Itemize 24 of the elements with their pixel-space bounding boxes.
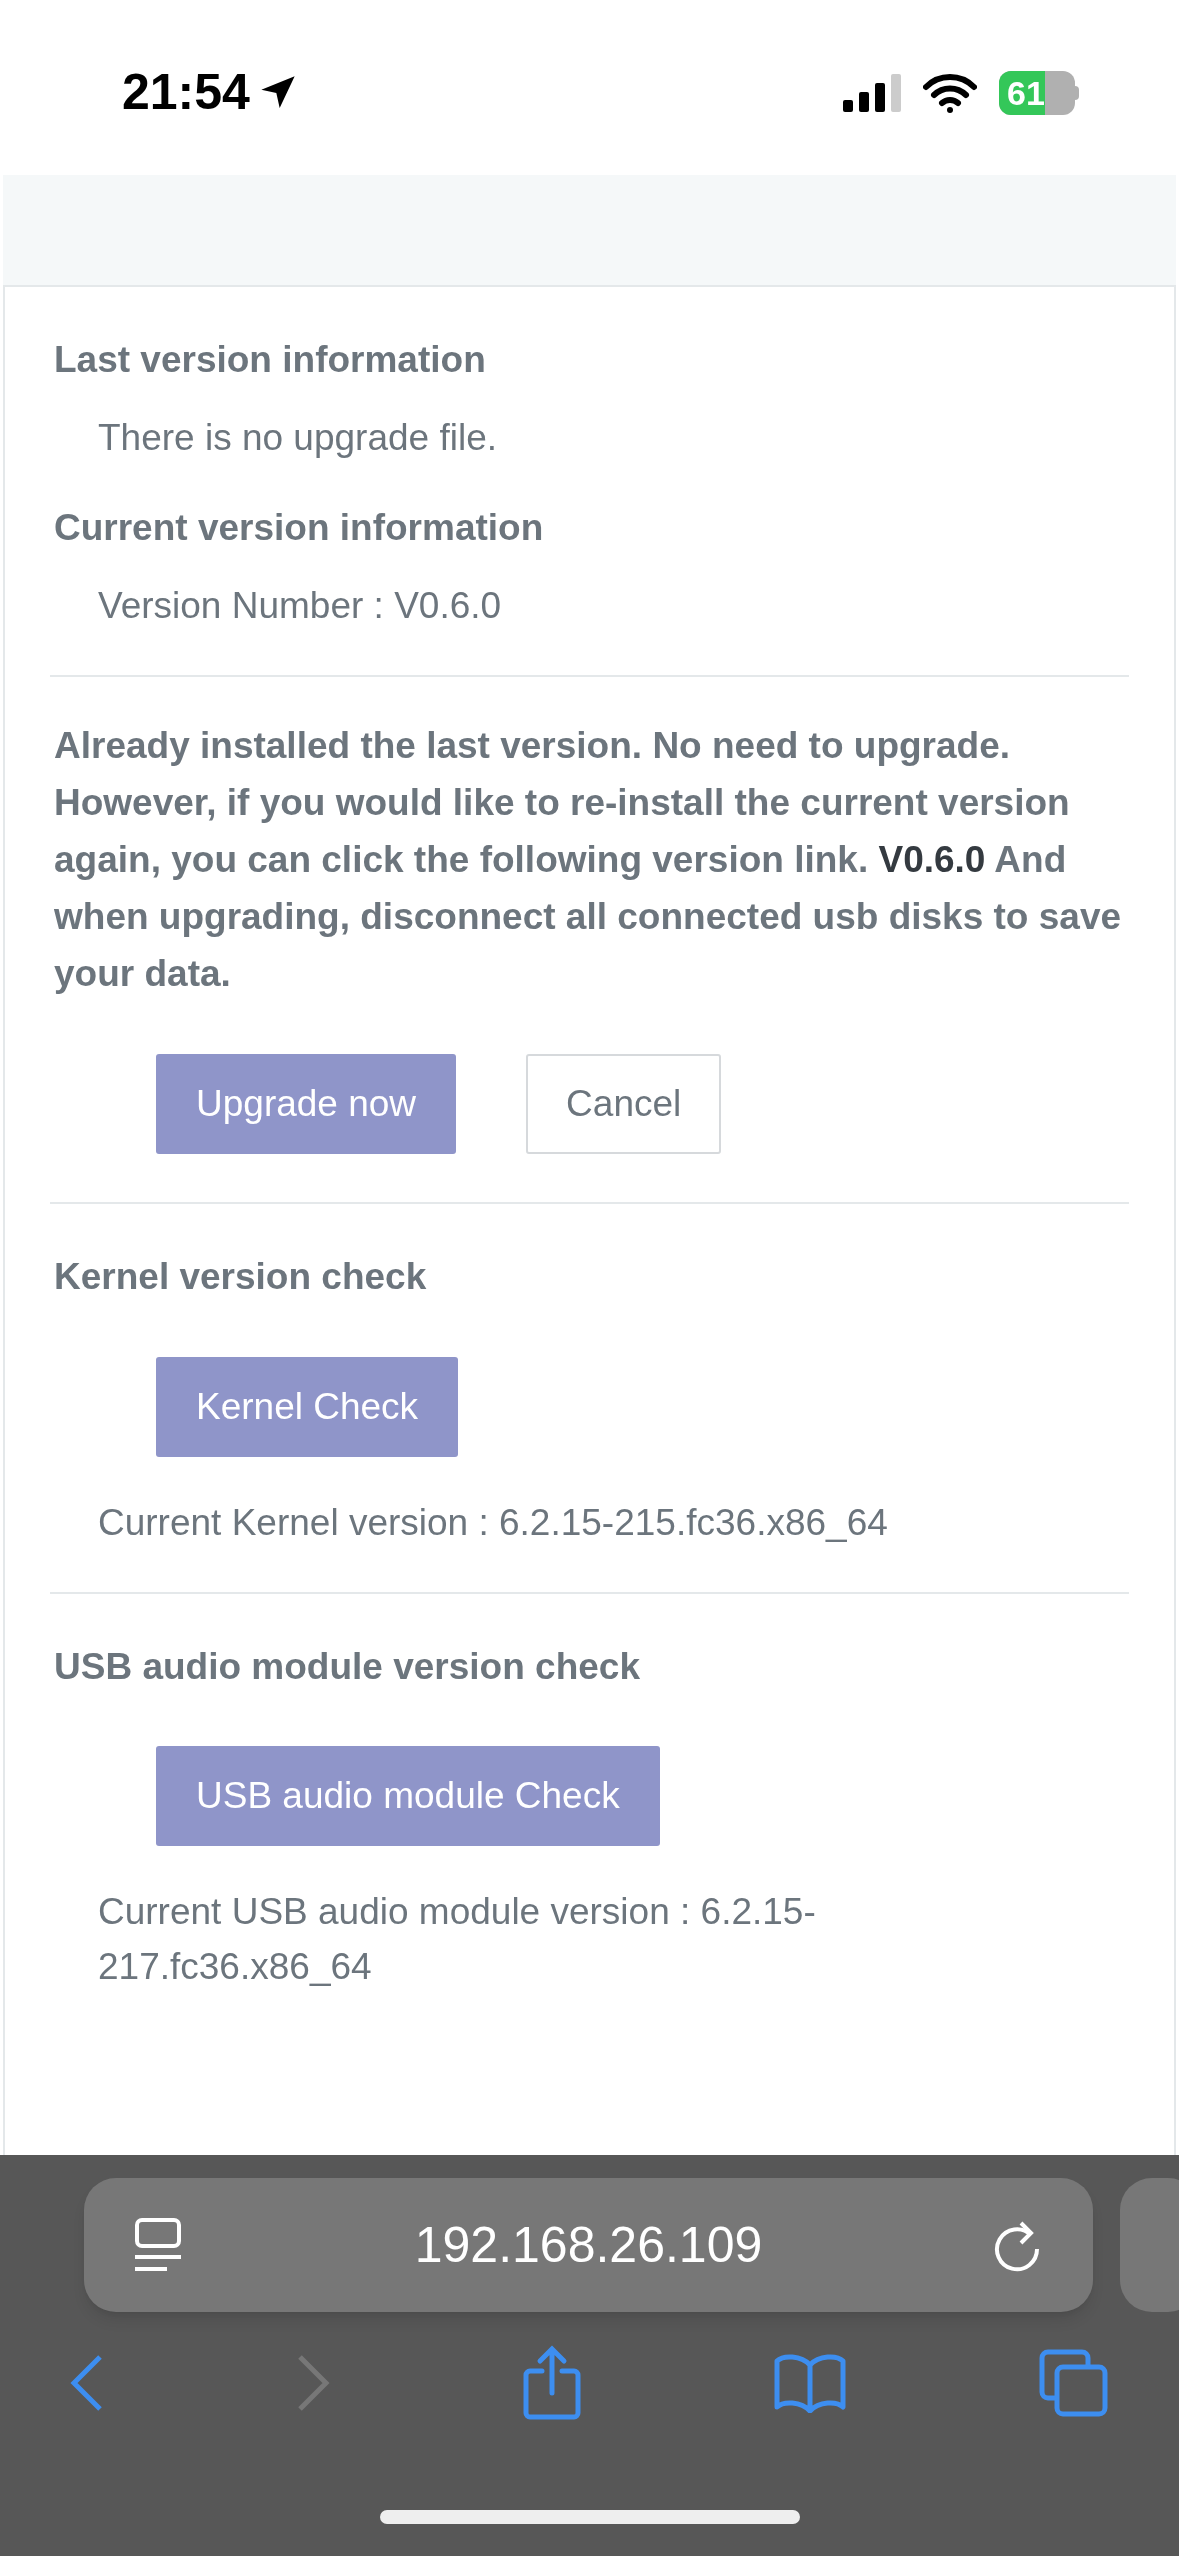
bookmarks-icon[interactable] bbox=[773, 2353, 848, 2413]
back-icon[interactable] bbox=[70, 2353, 104, 2413]
section-heading: USB audio module version check bbox=[54, 1644, 641, 1689]
signal-icon bbox=[843, 73, 901, 112]
version-text: Current USB audio module version : 6.2.15-217.fc36.x86_64 bbox=[98, 1890, 817, 1989]
section-heading: Kernel version check bbox=[54, 1255, 428, 1299]
forward-icon[interactable] bbox=[295, 2353, 330, 2413]
action-button[interactable]: USB audio module Check bbox=[156, 1746, 660, 1846]
section-heading: Current version information bbox=[54, 506, 545, 550]
action-button[interactable]: Kernel Check bbox=[156, 1356, 459, 1457]
tabs-icon[interactable] bbox=[1039, 2349, 1109, 2417]
reader-icon[interactable] bbox=[134, 2217, 184, 2273]
version-text: Current Kernel version : 6.2.15-215.fc36.x86_64 bbox=[98, 1500, 889, 1545]
info-text: There is no upgrade file. bbox=[98, 415, 498, 460]
share-icon[interactable] bbox=[521, 2345, 582, 2421]
action-button[interactable]: Upgrade now bbox=[156, 1054, 457, 1154]
cancel-button[interactable]: Cancel bbox=[526, 1054, 722, 1154]
address-bar[interactable]: 192.168.26.109 bbox=[84, 2178, 1093, 2312]
notice-text: Already installed the last version. No need to upgrade. However, if you would like to re-install the current version again, you can click the following version link. V0.6.0 And when upgrading, disconnect all connected usb disks to save your data. bbox=[54, 724, 1123, 996]
section-heading: Last version information bbox=[54, 338, 487, 382]
wifi-icon bbox=[923, 72, 977, 113]
info-text: Version Number : V0.6.0 bbox=[98, 583, 503, 628]
clock-time: 21:54 bbox=[122, 63, 250, 122]
next-tab-edge[interactable] bbox=[1120, 2178, 1179, 2312]
